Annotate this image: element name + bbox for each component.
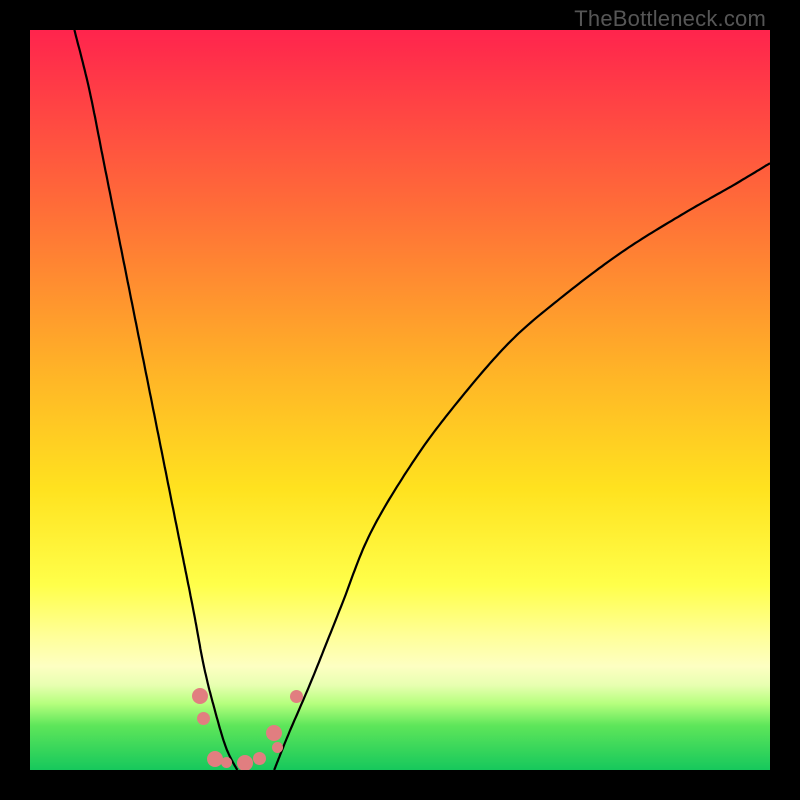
- data-point: [237, 755, 253, 770]
- curve-layer: [30, 30, 770, 770]
- watermark-text: TheBottleneck.com: [574, 6, 766, 32]
- outer-frame: TheBottleneck.com: [0, 0, 800, 800]
- left-curve: [74, 30, 237, 770]
- data-point: [290, 690, 303, 703]
- right-curve: [274, 163, 770, 770]
- data-point: [221, 757, 232, 768]
- plot-area: [30, 30, 770, 770]
